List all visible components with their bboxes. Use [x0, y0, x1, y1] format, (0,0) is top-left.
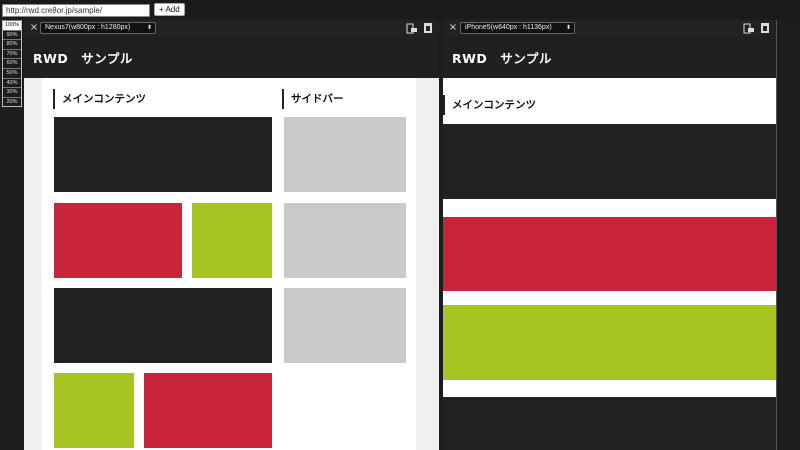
device-select-label: iPhone5(w640px : h1136px) — [465, 24, 552, 31]
content-block-green — [443, 305, 776, 380]
page-content: メインコンテンツ サイドバー — [42, 78, 416, 450]
page-background: メインコンテンツ サイドバー — [24, 78, 439, 450]
url-input[interactable] — [2, 4, 150, 17]
zoom-option[interactable]: 100% — [3, 20, 21, 30]
sidebar-block — [284, 203, 406, 278]
sidebar-block — [284, 117, 406, 192]
zoom-option[interactable]: 60% — [3, 58, 21, 68]
add-button[interactable]: + Add — [154, 3, 185, 16]
zoom-option[interactable]: 40% — [3, 77, 21, 88]
screenshot-icon[interactable] — [759, 22, 771, 34]
zoom-option[interactable]: 70% — [3, 48, 21, 59]
main-content-heading: メインコンテンツ — [443, 95, 536, 115]
sidebar-heading: サイドバー — [282, 89, 344, 109]
zoom-option[interactable]: 90% — [3, 29, 21, 40]
site-header: RWD サンプル — [443, 36, 776, 78]
content-block-red — [443, 217, 776, 291]
content-block-red — [144, 373, 272, 448]
top-toolbar: + Add — [0, 0, 800, 18]
site-header: RWD サンプル — [24, 36, 439, 78]
content-block-red — [54, 203, 182, 278]
content-block-dark — [54, 288, 272, 363]
screenshot-icon[interactable] — [422, 22, 434, 34]
content-block-dark — [54, 117, 272, 192]
zoom-option[interactable]: 80% — [3, 39, 21, 49]
zoom-level-list: 100% 90% 80% 70% 60% 50% 40% 30% 20% — [2, 20, 22, 108]
main-content-heading: メインコンテンツ — [53, 89, 146, 109]
close-icon[interactable]: × — [447, 21, 459, 35]
device-select-label: Nexus7(w800px : h1280px) — [45, 24, 131, 31]
device-select[interactable]: Nexus7(w800px : h1280px) ⬍ — [40, 22, 156, 34]
site-title[interactable]: RWD サンプル — [33, 48, 133, 67]
content-block-green — [192, 203, 272, 278]
device-select[interactable]: iPhone5(w640px : h1136px) ⬍ — [460, 22, 575, 34]
site-title[interactable]: RWD サンプル — [452, 48, 552, 67]
device-viewport: RWD サンプル メインコンテンツ サイドバー — [24, 36, 439, 450]
zoom-option[interactable]: 30% — [3, 87, 21, 97]
device-frame-nexus7: × Nexus7(w800px : h1280px) ⬍ RWD サンプル メイ… — [24, 20, 439, 450]
frame-toolbar: × Nexus7(w800px : h1280px) ⬍ — [24, 20, 439, 36]
select-arrows-icon: ⬍ — [146, 25, 152, 31]
content-block-green — [54, 373, 134, 448]
frame-toolbar: × iPhone5(w640px : h1136px) ⬍ — [443, 20, 776, 36]
close-icon[interactable]: × — [28, 21, 40, 35]
device-frame-iphone5: × iPhone5(w640px : h1136px) ⬍ RWD サンプル メ… — [443, 20, 777, 450]
zoom-option[interactable]: 50% — [3, 67, 21, 78]
content-block-dark — [443, 124, 776, 199]
select-arrows-icon: ⬍ — [565, 25, 571, 31]
page-content: メインコンテンツ — [443, 78, 776, 450]
rotate-device-icon[interactable] — [406, 22, 418, 34]
rotate-device-icon[interactable] — [743, 22, 755, 34]
content-block-dark — [443, 397, 776, 450]
zoom-option[interactable]: 20% — [3, 96, 21, 107]
device-viewport: RWD サンプル メインコンテンツ — [443, 36, 776, 450]
sidebar-block — [284, 288, 406, 363]
